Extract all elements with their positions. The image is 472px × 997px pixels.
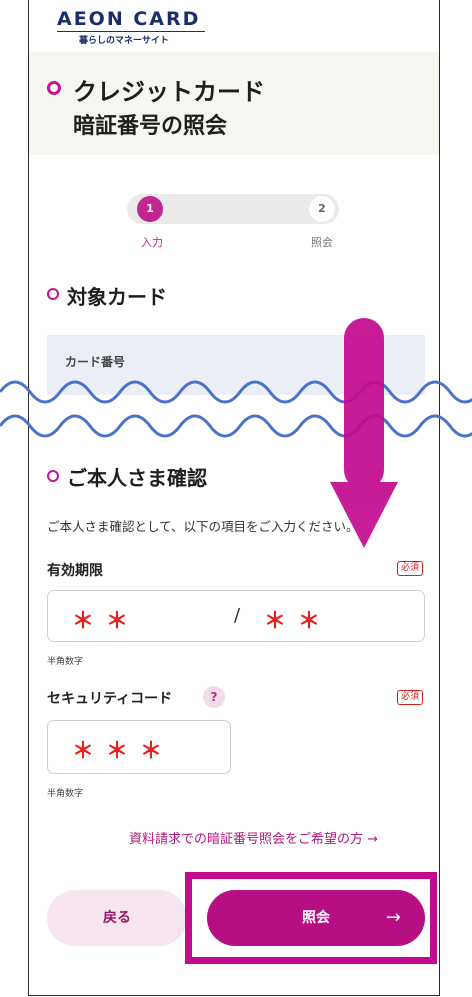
step-1-indicator: 1 xyxy=(137,196,163,222)
identity-description: ご本人さま確認として、以下の項目をご入力ください。 xyxy=(47,519,359,534)
section-ring-icon xyxy=(47,288,59,300)
expiry-month-value: ＊＊ xyxy=(72,609,141,634)
document-request-link[interactable]: 資料請求での暗証番号照会をご希望の方 → xyxy=(129,828,378,847)
page-title-line1: クレジットカード xyxy=(73,78,265,106)
expiry-input[interactable]: ＊＊ / ＊＊ xyxy=(47,590,425,642)
back-button[interactable]: 戻る xyxy=(47,890,187,946)
help-icon[interactable]: ? xyxy=(203,686,225,708)
section-title-target-card: 対象カード xyxy=(67,285,167,309)
security-code-input[interactable]: ＊＊＊ xyxy=(47,720,231,774)
card-number-box: カード番号 xyxy=(47,335,425,395)
required-badge: 必須 xyxy=(397,561,424,576)
section-title-identity: ご本人さま確認 xyxy=(67,466,207,490)
expiry-label: 有効期限 xyxy=(47,563,103,579)
security-code-value: ＊＊＊ xyxy=(72,739,175,764)
security-code-label: セキュリティコード xyxy=(47,691,173,707)
page-title-band: クレジットカード 暗証番号の照会 xyxy=(29,52,439,155)
step-1-label: 入力 xyxy=(141,236,163,249)
logo-subtitle: 暮らしのマネーサイト xyxy=(79,36,169,46)
required-badge: 必須 xyxy=(397,690,424,705)
security-code-hint: 半角数字 xyxy=(47,789,84,799)
expiry-year-value: ＊＊ xyxy=(264,609,333,634)
title-ring-icon xyxy=(47,81,61,95)
page-title-line2: 暗証番号の照会 xyxy=(73,114,228,139)
expiry-separator: / xyxy=(234,605,241,626)
card-number-label: カード番号 xyxy=(65,355,126,369)
progress-stepper: 1 2 入力 照会 xyxy=(29,192,439,252)
phone-screen: AEON CARD 暮らしのマネーサイト クレジットカード 暗証番号の照会 1 … xyxy=(28,0,440,996)
logo-underline xyxy=(57,31,205,32)
logo-main-text: AEON CARD xyxy=(57,8,201,30)
expiry-hint: 半角数字 xyxy=(47,657,84,667)
submit-highlight-frame xyxy=(185,872,437,964)
step-2-indicator: 2 xyxy=(309,196,335,222)
section-ring-icon xyxy=(47,470,59,482)
step-2-label: 照会 xyxy=(311,236,333,249)
aeon-card-logo[interactable]: AEON CARD 暮らしのマネーサイト xyxy=(57,8,205,46)
